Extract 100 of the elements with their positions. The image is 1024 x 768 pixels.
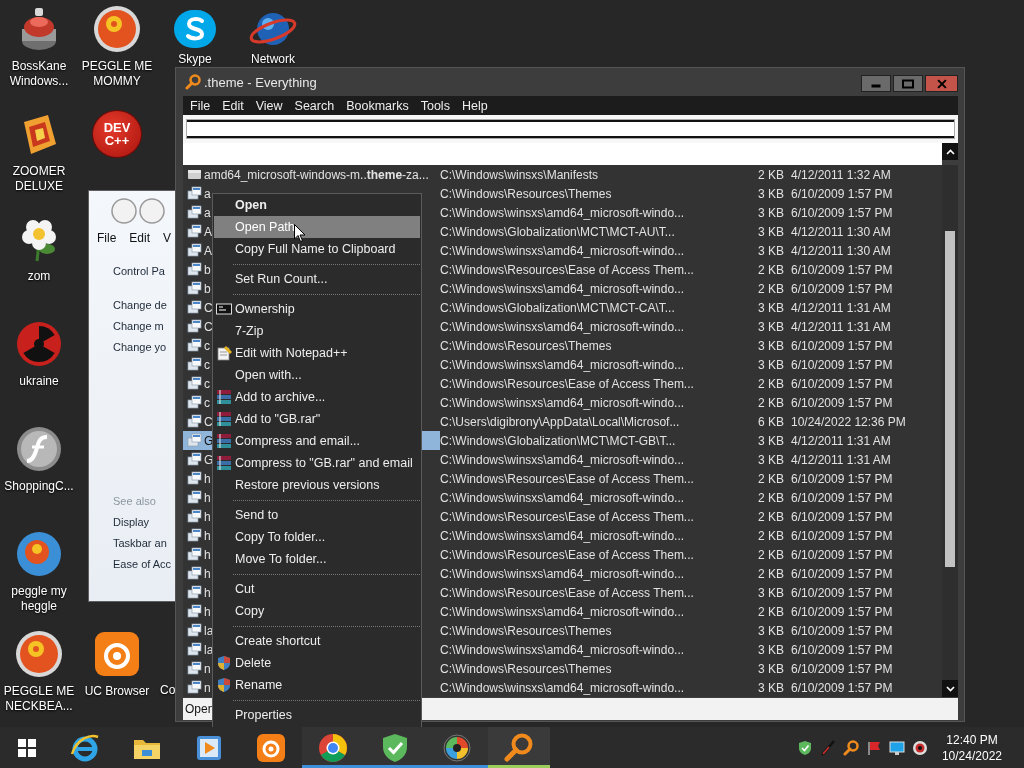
- size-cell-text: 2 KB: [757, 167, 784, 182]
- date-cell-text: 10/24/2022 12:36 PM: [790, 414, 907, 429]
- clock-date: 10/24/2022: [941, 747, 1002, 764]
- path-cell-text: C:\Windows\winsxs\amd64_microsoft-windo...: [440, 357, 686, 372]
- date-cell-text: 6/10/2009 1:57 PM: [790, 262, 894, 277]
- icon-label: BossKane Windows...: [8, 59, 70, 89]
- size-cell-text: 2 KB: [757, 528, 784, 543]
- date-cell-text: 6/10/2009 1:57 PM: [790, 585, 894, 600]
- path-cell-text: C:\Windows\Globalization\MCT\MCT-AU\T...: [440, 224, 676, 239]
- icon-label: PEGGLE ME NECKBEA...: [2, 684, 76, 714]
- path-cell-text: C:\Windows\winsxs\amd64_microsoft-windo...: [440, 604, 686, 619]
- path-cell-text: C:\Windows\Resources\Ease of Access Them...: [440, 471, 695, 486]
- icon-label: UC Browser: [83, 684, 151, 699]
- date-cell-text: 6/10/2009 1:57 PM: [790, 642, 894, 657]
- date-cell-text: 6/10/2009 1:57 PM: [790, 471, 894, 486]
- icon-label: zom: [26, 269, 52, 284]
- date-cell-text: 6/10/2009 1:57 PM: [790, 376, 894, 391]
- date-cell-text: 6/10/2009 1:57 PM: [790, 395, 894, 410]
- size-cell-text: 3 KB: [757, 623, 784, 638]
- size-cell-text: 2 KB: [757, 471, 784, 486]
- date-cell-text: 6/10/2009 1:57 PM: [790, 528, 894, 543]
- icon-label: PEGGLE ME MOMMY: [80, 59, 154, 89]
- icon-label: ukraine: [18, 374, 60, 389]
- path-cell-text: C:\Users\digibrony\AppData\Local\Microsof...: [440, 414, 681, 429]
- date-cell-text: 4/12/2011 1:31 AM: [790, 433, 892, 448]
- date-cell-text: 6/10/2009 1:57 PM: [790, 509, 894, 524]
- date-cell-text: 6/10/2009 1:57 PM: [790, 205, 894, 220]
- size-cell-text: 3 KB: [757, 357, 784, 372]
- path-cell-text: C:\Windows\Globalization\MCT\MCT-CA\T...: [440, 300, 676, 315]
- path-cell-text: C:\Windows\winsxs\amd64_microsoft-windo...: [440, 319, 686, 334]
- date-cell-text: 4/12/2011 1:30 AM: [790, 224, 892, 239]
- size-cell-text: 2 KB: [757, 509, 784, 524]
- size-cell-text: 3 KB: [757, 452, 784, 467]
- path-cell-text: C:\Windows\Resources\Ease of Access Them...: [440, 509, 695, 524]
- size-cell-text: 3 KB: [757, 186, 784, 201]
- path-cell-text: C:\Windows\winsxs\amd64_microsoft-windo...: [440, 452, 686, 467]
- path-cell-text: C:\Windows\winsxs\amd64_microsoft-windo...: [440, 243, 686, 258]
- icon-label: ZOOMER DELUXE: [11, 164, 67, 194]
- date-cell-text: 6/10/2009 1:57 PM: [790, 490, 894, 505]
- size-cell-text: 3 KB: [757, 642, 784, 657]
- date-cell-text: 6/10/2009 1:57 PM: [790, 680, 894, 695]
- icon-label: ShoppingC...: [3, 479, 75, 494]
- path-cell-text: C:\Windows\winsxs\amd64_microsoft-windo...: [440, 566, 686, 581]
- date-cell-text: 6/10/2009 1:57 PM: [790, 604, 894, 619]
- path-cell-text: C:\Windows\Resources\Ease of Access Them...: [440, 585, 695, 600]
- size-cell-text: 3 KB: [757, 319, 784, 334]
- path-cell-text: C:\Windows\winsxs\amd64_microsoft-windo...: [440, 642, 686, 657]
- path-cell-text: C:\Windows\Resources\Ease of Access Them...: [440, 376, 695, 391]
- path-cell-text: C:\Windows\Resources\Themes: [440, 338, 613, 353]
- size-cell-text: 2 KB: [757, 490, 784, 505]
- path-cell-text: C:\Windows\Resources\Ease of Access Them...: [440, 262, 695, 277]
- path-cell-text: C:\Windows\Resources\Themes: [440, 623, 613, 638]
- size-cell-text: 2 KB: [757, 262, 784, 277]
- size-cell-text: 3 KB: [757, 205, 784, 220]
- size-cell-text: 6 KB: [757, 414, 784, 429]
- date-cell-text: 6/10/2009 1:57 PM: [790, 338, 894, 353]
- date-cell-text: 4/12/2011 1:31 AM: [790, 452, 892, 467]
- size-cell-text: 3 KB: [757, 224, 784, 239]
- size-cell-text: 2 KB: [757, 566, 784, 581]
- window-title: .theme - Everything: [204, 74, 318, 90]
- date-cell-text: 6/10/2009 1:57 PM: [790, 281, 894, 296]
- size-cell-text: 2 KB: [757, 281, 784, 296]
- date-cell-text: 6/10/2009 1:57 PM: [790, 186, 894, 201]
- path-cell-text: C:\Windows\winsxs\amd64_microsoft-windo...: [440, 490, 686, 505]
- size-cell-text: 2 KB: [757, 376, 784, 391]
- date-cell-text: 6/10/2009 1:57 PM: [790, 357, 894, 372]
- date-cell-text: 6/10/2009 1:57 PM: [790, 547, 894, 562]
- size-cell-text: 3 KB: [757, 338, 784, 353]
- date-cell-text: 6/10/2009 1:57 PM: [790, 566, 894, 581]
- date-cell-text: 4/12/2011 1:31 AM: [790, 300, 892, 315]
- size-cell-text: 3 KB: [757, 585, 784, 600]
- path-cell-text: C:\Windows\Resources\Themes: [440, 186, 613, 201]
- icon-label: Skype: [177, 53, 213, 66]
- path-cell-text: C:\Windows\winsxs\amd64_microsoft-windo...: [440, 281, 686, 296]
- icon-label: Co: [160, 683, 176, 698]
- path-cell-text: C:\Windows\winsxs\Manifests: [440, 167, 600, 182]
- clock-time: 12:40 PM: [946, 731, 998, 748]
- size-cell-text: 2 KB: [757, 604, 784, 619]
- date-cell-text: 4/12/2011 1:32 AM: [790, 167, 892, 182]
- icon-label: peggle my heggle: [10, 584, 68, 614]
- size-cell-text: 3 KB: [757, 661, 784, 676]
- size-cell-text: 3 KB: [757, 300, 784, 315]
- date-cell-text: 4/12/2011 1:30 AM: [790, 243, 892, 258]
- icon-label: Network: [250, 53, 296, 66]
- date-cell-text: 6/10/2009 1:57 PM: [790, 661, 894, 676]
- size-cell-text: 2 KB: [757, 547, 784, 562]
- size-cell-text: 2 KB: [757, 395, 784, 410]
- size-cell-text: 3 KB: [757, 433, 784, 448]
- path-cell-text: C:\Windows\Globalization\MCT\MCT-GB\T...: [440, 433, 677, 448]
- date-cell-text: 6/10/2009 1:57 PM: [790, 623, 894, 638]
- path-cell-text: C:\Windows\winsxs\amd64_microsoft-windo...: [440, 395, 686, 410]
- section-heading: See also: [113, 495, 157, 507]
- path-cell-text: C:\Windows\Resources\Themes: [440, 661, 613, 676]
- path-cell-text: C:\Windows\winsxs\amd64_microsoft-windo...: [440, 205, 686, 220]
- path-cell-text: C:\Windows\winsxs\amd64_microsoft-windo...: [440, 528, 686, 543]
- path-cell-text: C:\Windows\Resources\Ease of Access Them...: [440, 547, 695, 562]
- size-cell-text: 3 KB: [757, 243, 784, 258]
- path-cell-text: C:\Windows\winsxs\amd64_microsoft-windo...: [440, 680, 686, 695]
- date-cell-text: 4/12/2011 1:31 AM: [790, 319, 892, 334]
- size-cell-text: 3 KB: [757, 680, 784, 695]
